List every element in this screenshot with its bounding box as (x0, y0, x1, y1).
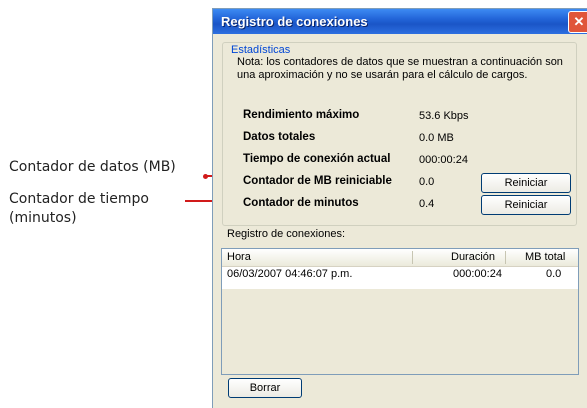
stat-label-total-data: Datos totales (243, 131, 316, 143)
statistics-note: Nota: los contadores de datos que se mue… (237, 56, 563, 81)
title-bar: Registro de conexiones ✕ (213, 9, 587, 34)
close-icon: ✕ (573, 14, 585, 29)
stat-value-minutes-counter: 0.4 (419, 198, 435, 210)
reset-minutes-counter-button[interactable]: Reiniciar (481, 195, 571, 215)
list-header: Hora Duración MB total (222, 249, 578, 267)
stat-label-max-throughput: Rendimiento máximo (243, 109, 360, 121)
column-header-duracion[interactable]: Duración (451, 251, 495, 263)
callout-data-counter: Contador de datos (MB) (9, 159, 176, 175)
close-button[interactable]: ✕ (568, 11, 587, 33)
stat-value-max-throughput: 53.6 Kbps (419, 110, 469, 122)
stat-value-mb-counter: 0.0 (419, 176, 435, 188)
column-header-mb-total[interactable]: MB total (525, 251, 565, 263)
column-separator[interactable] (412, 251, 413, 264)
callout-dot-data (203, 174, 208, 179)
stat-label-minutes-counter: Contador de minutos (243, 197, 359, 209)
stat-label-mb-counter: Contador de MB reiniciable (243, 175, 392, 187)
column-separator[interactable] (505, 251, 506, 264)
callout-time-counter-units: (minutos) (9, 210, 77, 226)
connection-log-label: Registro de conexiones: (227, 228, 346, 240)
list-cell-duracion: 000:00:24 (453, 268, 502, 280)
stat-value-total-data: 0.0 MB (419, 132, 454, 144)
window-title: Registro de conexiones (221, 14, 368, 29)
delete-log-button[interactable]: Borrar (228, 378, 302, 398)
list-cell-mb-total: 0.0 (546, 268, 562, 280)
stat-value-connection-time: 000:00:24 (419, 154, 468, 166)
callout-time-counter: Contador de tiempo (9, 191, 149, 207)
reset-mb-counter-button[interactable]: Reiniciar (481, 173, 571, 193)
column-header-hora[interactable]: Hora (227, 251, 251, 263)
stat-label-connection-time: Tiempo de conexión actual (243, 153, 391, 165)
connection-log-window: Registro de conexiones ✕ Estadísticas No… (212, 8, 587, 408)
list-empty-area (222, 289, 578, 374)
statistics-group-title: Estadísticas (231, 44, 291, 56)
connection-log-list[interactable]: Hora Duración MB total 06/03/2007 04:46:… (221, 248, 579, 375)
list-cell-hora: 06/03/2007 04:46:07 p.m. (227, 268, 353, 280)
